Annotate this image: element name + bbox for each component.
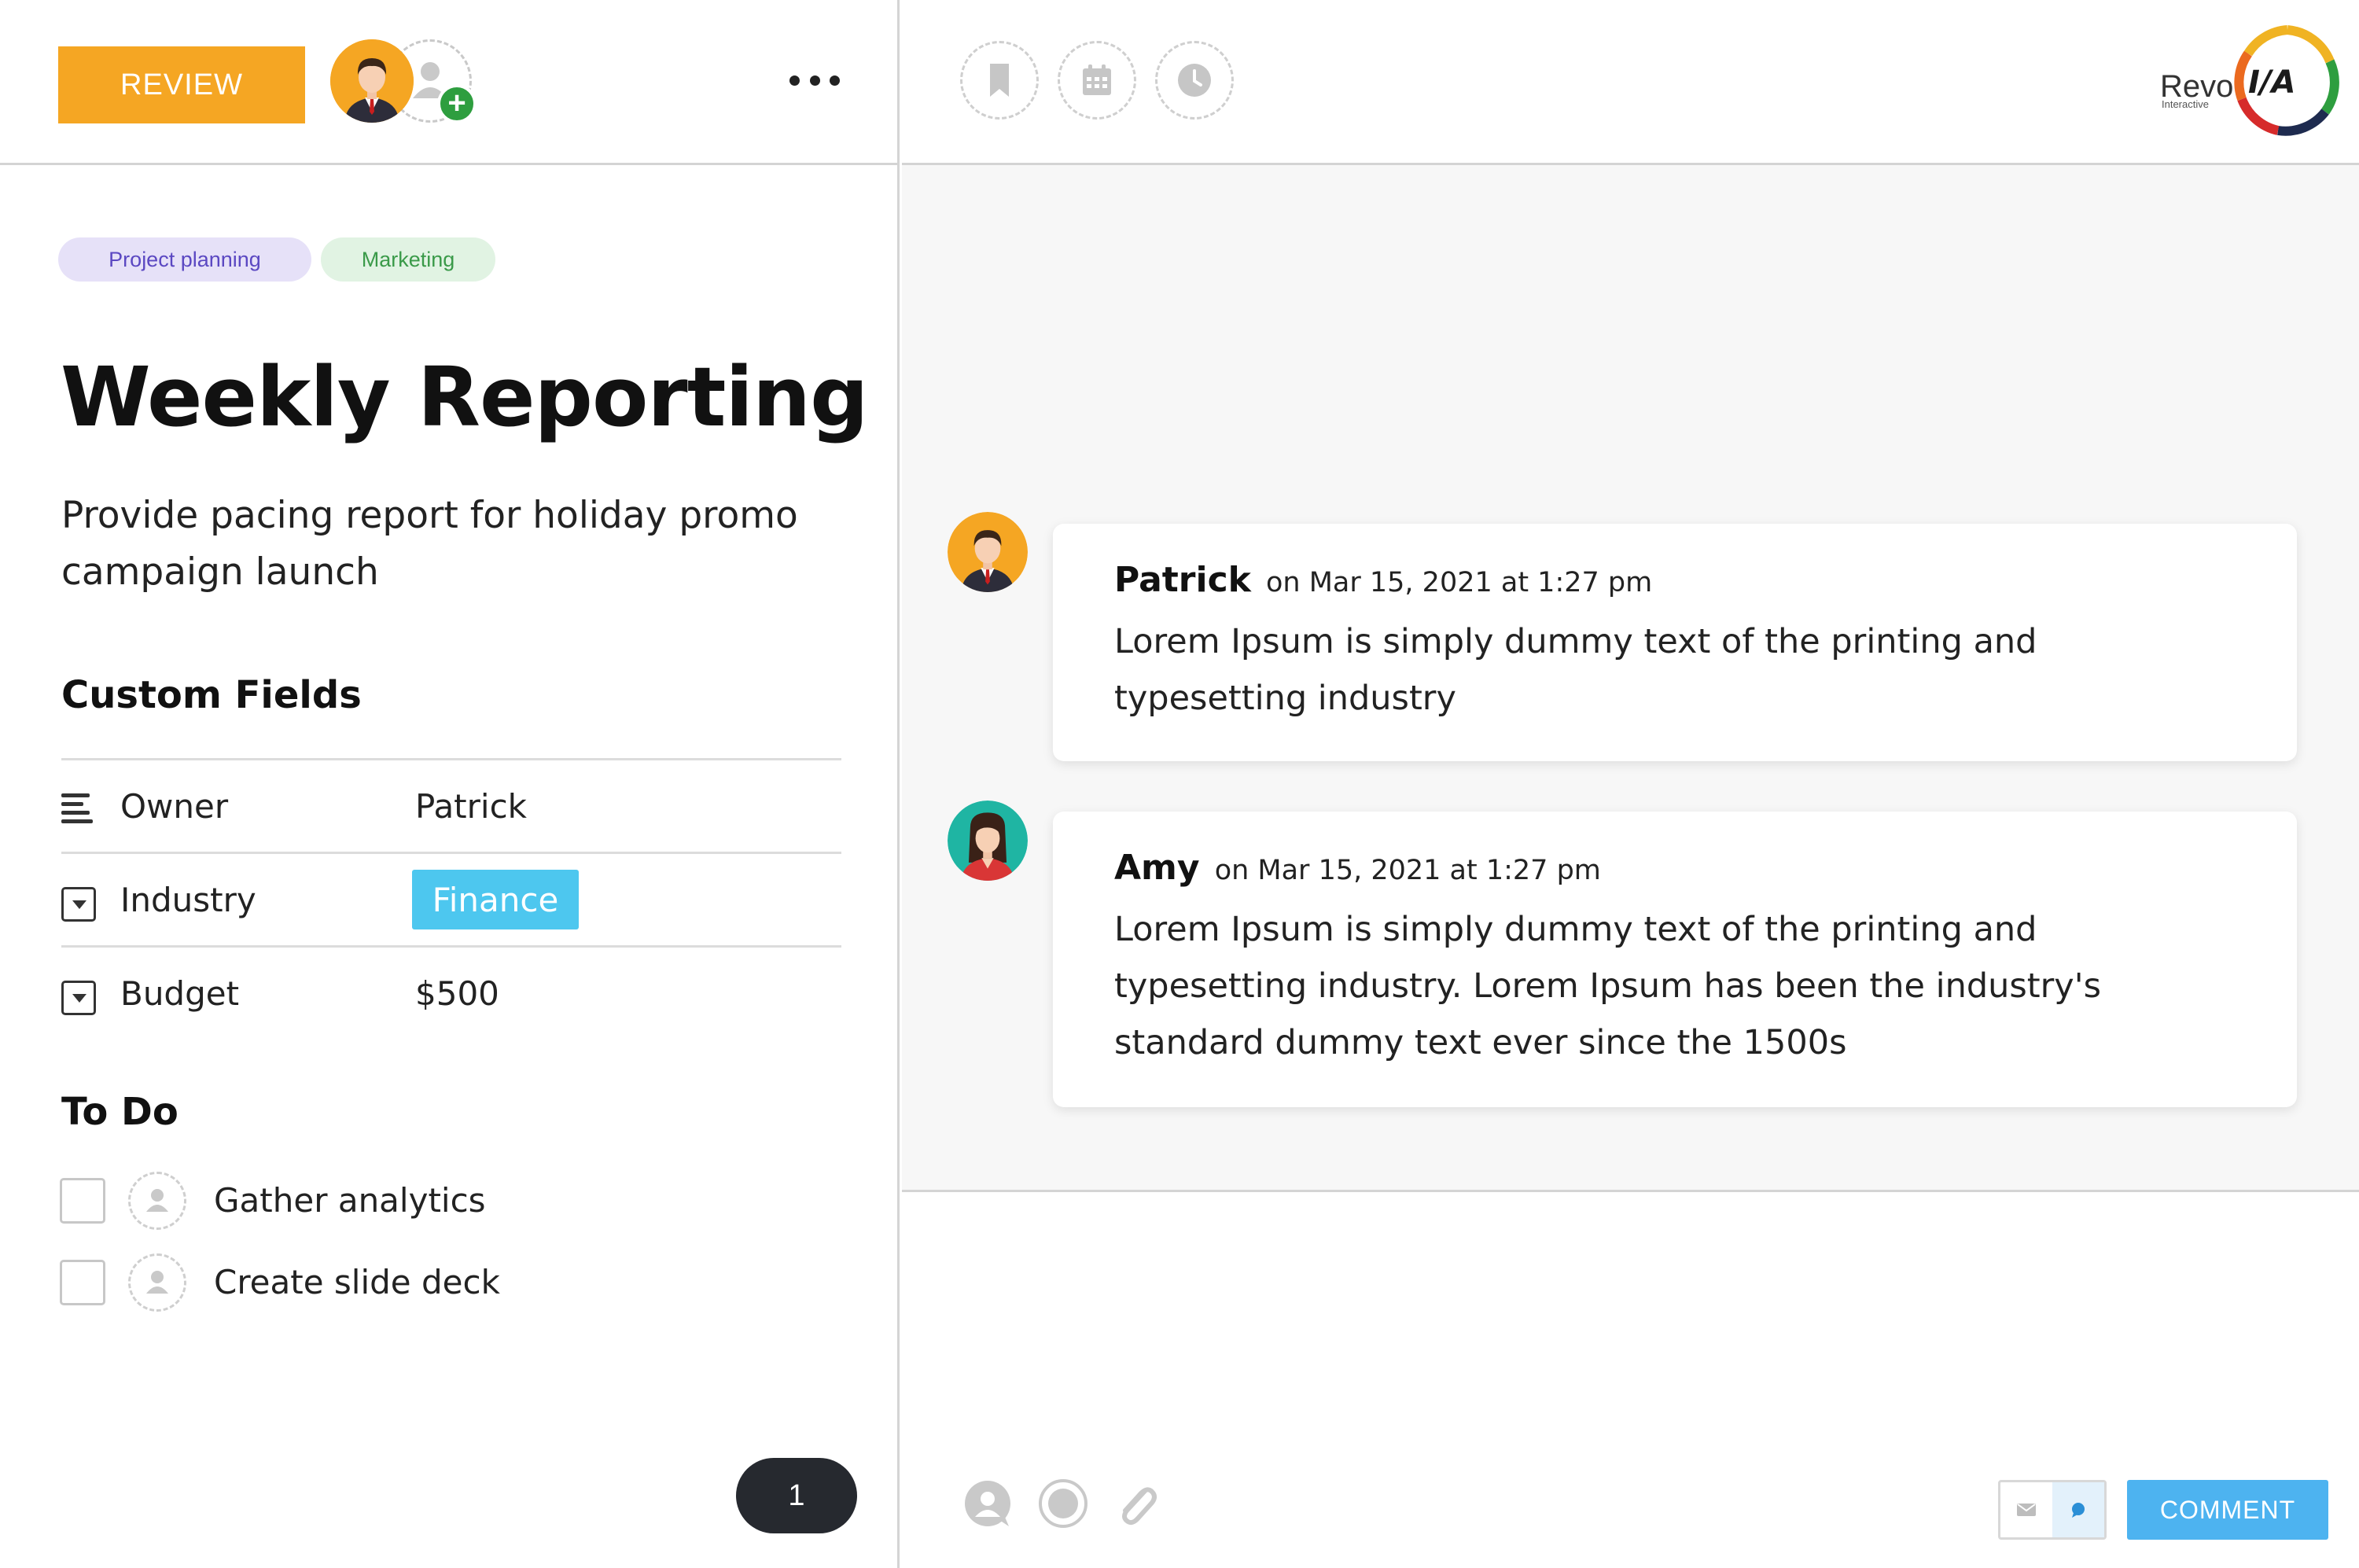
task-toolbar: REVIEW +: [0, 0, 897, 165]
field-label: Industry: [120, 881, 256, 919]
comment-line: typesetting industry. Lorem Ipsum has be…: [1114, 966, 2101, 1006]
svg-text:Interactive: Interactive: [2162, 98, 2209, 110]
comment-line: typesetting industry: [1114, 679, 1456, 718]
submit-comment-button[interactable]: COMMENT: [2127, 1480, 2328, 1540]
tag-marketing[interactable]: Marketing: [321, 237, 495, 282]
attachment-icon: [1122, 1487, 1157, 1526]
custom-field-industry[interactable]: Industry Finance: [61, 852, 841, 946]
comment-card: Patrick on Mar 15, 2021 at 1:27 pm Lorem…: [1053, 524, 2297, 761]
user-icon: [146, 1189, 168, 1212]
email-icon: [2017, 1504, 2036, 1516]
revo-interactive-logo: I/A Revo Interactive: [2160, 24, 2357, 138]
reminder-button[interactable]: [1155, 41, 1234, 120]
todo-text[interactable]: Gather analytics: [214, 1181, 486, 1220]
task-detail-panel: REVIEW + Project planning Marketing Week…: [0, 0, 900, 1568]
todo-item: Gather analytics: [60, 1172, 767, 1230]
text-lines-icon: [61, 793, 96, 825]
attach-file-button[interactable]: [1111, 1478, 1163, 1529]
bookmark-icon: [990, 64, 1009, 97]
todo-text[interactable]: Create slide deck: [214, 1263, 500, 1301]
comment-timestamp: on Mar 15, 2021 at 1:27 pm: [1214, 855, 1601, 886]
calendar-button[interactable]: [1058, 41, 1136, 120]
comment-author[interactable]: Patrick: [1114, 560, 1251, 600]
mention-icon: [965, 1481, 1010, 1526]
field-value[interactable]: Patrick: [415, 787, 527, 826]
field-label: Owner: [120, 787, 229, 826]
more-dot: [809, 75, 820, 86]
svg-text:I/A: I/A: [2248, 64, 2295, 101]
todo-item: Create slide deck: [60, 1253, 767, 1312]
businessman-avatar-icon: [948, 512, 1028, 592]
tag-project-planning[interactable]: Project planning: [58, 237, 311, 282]
chat-icon: [2072, 1503, 2085, 1518]
record-button[interactable]: [1037, 1478, 1089, 1529]
mention-button[interactable]: [962, 1478, 1014, 1529]
custom-fields-heading: Custom Fields: [61, 673, 362, 717]
more-options-button[interactable]: [789, 64, 840, 96]
review-status-button[interactable]: REVIEW: [58, 46, 305, 123]
user-icon: [146, 1271, 168, 1294]
custom-field-owner[interactable]: Owner Patrick: [61, 758, 841, 852]
comment-line: Lorem Ipsum is simply dummy text of the …: [1114, 910, 2037, 949]
assign-user-button[interactable]: [128, 1253, 186, 1312]
comment-author[interactable]: Amy: [1114, 848, 1200, 888]
comment-body: Lorem Ipsum is simply dummy text of the …: [1114, 613, 2136, 727]
comment-composer[interactable]: COMMENT: [902, 1194, 2359, 1568]
email-mode-button[interactable]: [2000, 1482, 2052, 1537]
dropdown-icon[interactable]: [61, 981, 96, 1015]
record-icon: [1039, 1479, 1087, 1528]
businesswoman-avatar-icon: [948, 801, 1028, 881]
comment-timestamp: on Mar 15, 2021 at 1:27 pm: [1266, 567, 1653, 598]
todo-checkbox[interactable]: [60, 1260, 105, 1305]
comment-line: Lorem Ipsum is simply dummy text of the …: [1114, 622, 2037, 661]
custom-field-budget[interactable]: Budget $500: [61, 945, 841, 1040]
chat-mode-button[interactable]: [2052, 1482, 2104, 1537]
more-dot: [789, 75, 800, 86]
comment-author-avatar[interactable]: [948, 512, 1028, 592]
activity-toolbar: I/A Revo Interactive: [902, 0, 2359, 165]
comment-mode-toggle[interactable]: [1998, 1480, 2107, 1540]
assign-user-button[interactable]: [128, 1172, 186, 1230]
comment-card: Amy on Mar 15, 2021 at 1:27 pm Lorem Ips…: [1053, 812, 2297, 1107]
todo-heading: To Do: [61, 1090, 178, 1134]
todo-checkbox[interactable]: [60, 1178, 105, 1224]
owner-avatar[interactable]: [330, 39, 414, 123]
bookmark-button[interactable]: [960, 41, 1039, 120]
task-title[interactable]: Weekly Reporting: [61, 349, 869, 445]
industry-badge[interactable]: Finance: [412, 870, 579, 929]
clock-icon: [1178, 64, 1211, 97]
businessman-avatar-icon: [330, 39, 414, 123]
comment-author-avatar[interactable]: [948, 801, 1028, 881]
comment-body: Lorem Ipsum is simply dummy text of the …: [1114, 901, 2136, 1071]
task-description[interactable]: Provide pacing report for holiday promo …: [61, 488, 816, 601]
more-dot: [830, 75, 840, 86]
field-label: Budget: [120, 974, 240, 1013]
comments-feed: Patrick on Mar 15, 2021 at 1:27 pm Lorem…: [902, 165, 2359, 1192]
calendar-icon: [1083, 64, 1111, 95]
field-value[interactable]: $500: [415, 974, 499, 1013]
dropdown-icon[interactable]: [61, 887, 96, 922]
activity-panel: I/A Revo Interactive Patrick on Mar 15, …: [902, 0, 2359, 1568]
comment-header: Patrick on Mar 15, 2021 at 1:27 pm: [1114, 560, 1652, 600]
page-indicator[interactable]: 1: [736, 1458, 857, 1533]
comment-line: standard dummy text ever since the 1500s: [1114, 1023, 1847, 1062]
comment-header: Amy on Mar 15, 2021 at 1:27 pm: [1114, 848, 1601, 888]
add-member-plus-icon[interactable]: +: [437, 84, 477, 123]
